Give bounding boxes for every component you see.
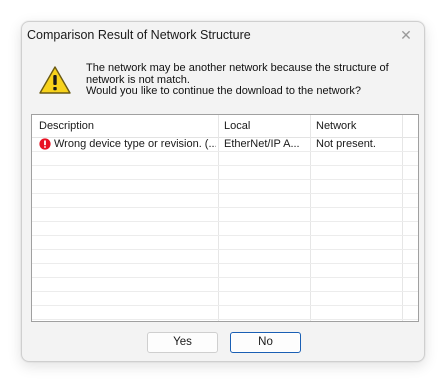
warning-triangle-icon [39,66,71,94]
close-icon[interactable]: ✕ [398,27,414,43]
empty-row [32,166,418,180]
empty-row [32,222,418,236]
empty-row [32,208,418,222]
empty-row [32,264,418,278]
empty-row [32,292,418,306]
comparison-dialog: Comparison Result of Network Structure ✕… [21,21,425,362]
no-button[interactable]: No [230,332,301,353]
title-bar: Comparison Result of Network Structure ✕ [22,22,424,48]
empty-row [32,278,418,292]
empty-row [32,194,418,208]
column-header-description[interactable]: Description [39,120,94,132]
table-header: Description Local Network [32,115,418,138]
yes-button[interactable]: Yes [147,332,218,353]
dialog-title: Comparison Result of Network Structure [27,28,251,42]
column-header-network[interactable]: Network [316,120,356,132]
message-line-1: The network may be another network becau… [86,62,389,74]
empty-row [32,250,418,264]
empty-row [32,180,418,194]
row-network: Not present. [316,138,376,150]
table-row[interactable]: Wrong device type or revision. (... Ethe… [32,138,418,152]
error-icon [39,138,51,150]
row-local: EtherNet/IP A... [224,138,300,150]
empty-row [32,236,418,250]
dialog-message: The network may be another network becau… [86,62,406,98]
empty-row [32,152,418,166]
comparison-table[interactable]: Description Local Network Wrong device t… [31,114,419,322]
empty-row [32,306,418,320]
column-header-local[interactable]: Local [224,120,250,132]
row-description: Wrong device type or revision. (... [54,138,216,150]
message-line-3: Would you like to continue the download … [86,85,361,97]
